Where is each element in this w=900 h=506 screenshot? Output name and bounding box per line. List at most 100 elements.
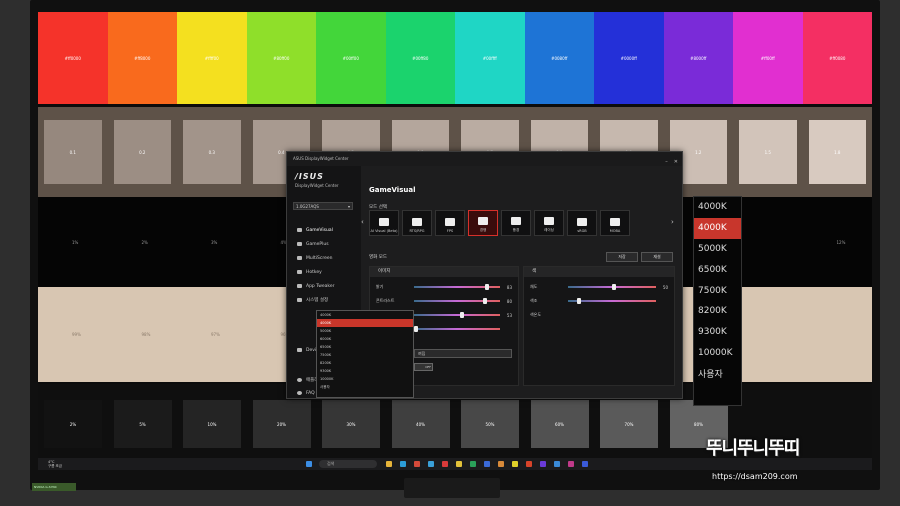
start-icon[interactable] (306, 461, 312, 467)
mode-tile[interactable]: FPS (435, 210, 465, 236)
gray-tile-label: 1.8 (834, 149, 841, 155)
color-panel-title: 색 (524, 267, 674, 277)
dropdown-item[interactable]: 4000K (317, 311, 413, 319)
save-button[interactable]: 저장 (606, 252, 638, 262)
color-swatch: #ff0000 (38, 12, 108, 104)
dropdown-item[interactable]: 6000K (317, 335, 413, 343)
ascr-toggle[interactable]: OFF (414, 363, 433, 371)
bottom-tile: 40% (391, 400, 450, 448)
sidebar-item-5[interactable]: App Tweaker (297, 282, 335, 290)
mode-tile[interactable]: sRGB (567, 210, 597, 236)
slider-track[interactable] (568, 284, 656, 290)
app-icon-1[interactable] (442, 461, 448, 467)
slider-track[interactable] (568, 298, 656, 304)
slider-knob[interactable] (576, 298, 581, 304)
chrome-icon[interactable] (414, 461, 420, 467)
mode-icon (610, 218, 620, 226)
sidebar-item-label: MultiScreen (306, 255, 333, 261)
slider-knob[interactable] (612, 284, 616, 290)
slider-knob[interactable] (485, 284, 490, 290)
low-percent-label: 12% (836, 240, 846, 245)
mode-icon (577, 218, 587, 226)
slider-track[interactable] (414, 326, 500, 332)
dropdown-item[interactable]: 6500K (317, 343, 413, 351)
mode-tile[interactable]: MOBA (600, 210, 630, 236)
mode-tile[interactable]: 경쟁 (468, 210, 498, 236)
dropdown-item[interactable]: 8200K (317, 359, 413, 367)
gray-tile: 1.8 (808, 120, 866, 184)
mode-tile[interactable]: RTS/RPG (402, 210, 432, 236)
dropdown-item[interactable]: 4000K (317, 319, 413, 327)
model-value: 1.0G27AQS (296, 204, 319, 209)
file-explorer-icon[interactable] (386, 461, 392, 467)
gray-tile-label: 1.2 (695, 149, 702, 155)
mode-tile[interactable]: AI Visual (Beta) (369, 210, 399, 236)
mode-tile[interactable]: 풍경 (501, 210, 531, 236)
mode-list: AI Visual (Beta) RTS/RPG FPS 경쟁 풍경 레이싱 sRGB MOB… (369, 210, 665, 236)
color-swatch: #0000ff (594, 12, 664, 104)
app-icon-10[interactable] (568, 461, 574, 467)
app-icon-2[interactable] (456, 461, 462, 467)
slider-knob[interactable] (459, 312, 464, 318)
image-panel-title: 이미지 (370, 267, 518, 277)
edge-icon[interactable] (400, 461, 406, 467)
high-percent-label: 99% (72, 332, 81, 337)
chevron-right-icon[interactable]: › (671, 218, 674, 226)
dropdown-item[interactable]: 사용자 (317, 383, 413, 391)
gear-icon (297, 378, 302, 382)
dropdown-item[interactable]: 9300K (317, 367, 413, 375)
sidebar-item-4[interactable]: Hotkey (297, 268, 322, 276)
slider-knob[interactable] (414, 326, 418, 332)
bottom-tile-label: 40% (416, 421, 425, 427)
sidebar-item-icon (297, 256, 302, 260)
app-icon-8[interactable] (540, 461, 546, 467)
color-temp-dropdown[interactable]: 4000K 4000K 5000K 6000K 6500K 7500K 8200K 9300K… (316, 310, 414, 398)
swatch-label: #80ff00 (273, 55, 290, 61)
swatch-label: #00ffff (482, 55, 497, 61)
bottom-tile: 50% (461, 400, 519, 448)
swatch-label: #8000ff (690, 55, 707, 61)
slider-knob[interactable] (482, 298, 487, 304)
sidebar-item-label: App Tweaker (306, 283, 335, 289)
zoom-list-item: 10000K (698, 347, 733, 358)
swatch-label: #00ff80 (412, 55, 429, 61)
sidebar-item-icon (297, 242, 302, 246)
color-swatch: #00ff00 (316, 12, 386, 104)
color-swatch: #00ff80 (385, 12, 455, 104)
app-icon-7[interactable] (526, 461, 532, 467)
app-icon-3[interactable] (470, 461, 476, 467)
bottom-tile: 30% (322, 400, 380, 448)
chevron-left-icon[interactable]: ‹ (361, 218, 364, 226)
dropdown-item[interactable]: 5000K (317, 327, 413, 335)
app-icon-5[interactable] (498, 461, 504, 467)
slider-track[interactable] (414, 312, 500, 318)
app-icon-9[interactable] (554, 461, 560, 467)
bottom-tile-label: 10% (207, 421, 217, 427)
shadow-boost-select[interactable]: 꺼짐 (414, 348, 512, 358)
color-swatch: #00ffff (455, 12, 525, 104)
app-icon-11[interactable] (582, 461, 588, 467)
model-select[interactable]: 1.0G27AQS ▾ (293, 202, 353, 210)
sidebar-item-3[interactable]: MultiScreen (297, 254, 332, 262)
dropdown-item[interactable]: 10000K (317, 375, 413, 383)
mode-label: 경쟁 (479, 228, 487, 232)
slider-track[interactable] (414, 284, 500, 290)
sidebar-item-2[interactable]: GamePlus (297, 240, 329, 248)
search-placeholder: 검색 (327, 461, 335, 466)
app-icon-4[interactable] (484, 461, 490, 467)
slider-value: 53 (506, 312, 512, 318)
reset-button[interactable]: 재설 (641, 252, 673, 262)
app-icon-6[interactable] (512, 461, 518, 467)
dropdown-item[interactable]: 7500K (317, 351, 413, 359)
sidebar-item-1[interactable]: GameVisual (297, 226, 333, 234)
weather-widget[interactable]: 4°C 구름 조금 (48, 460, 62, 469)
sidebar-item-label: 시스템 설정 (306, 298, 329, 303)
sidebar-item-6[interactable]: 시스템 설정 (297, 296, 328, 304)
mode-tile[interactable]: 레이싱 (534, 210, 564, 236)
slider-track[interactable] (414, 298, 500, 304)
mode-label: 레이싱 (544, 228, 554, 232)
taskbar-search[interactable]: 검색 (319, 460, 377, 468)
color-swatch: #ffff00 (177, 12, 247, 104)
store-icon[interactable] (428, 461, 434, 467)
window-title: ASUS DisplayWidget Center (293, 156, 349, 161)
